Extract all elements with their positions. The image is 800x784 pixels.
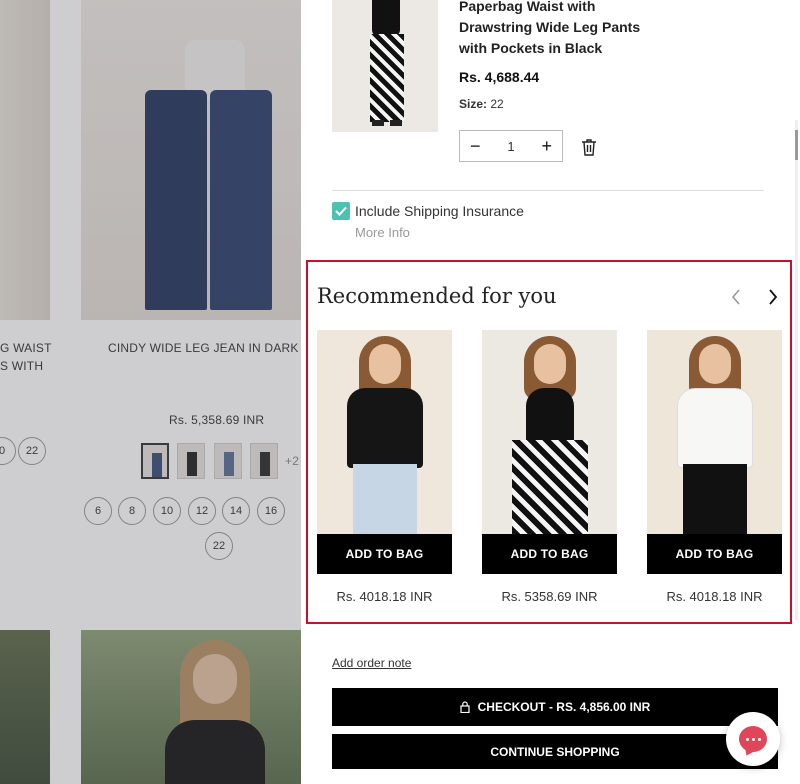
cart-item-title[interactable]: Paperbag Waist with Drawstring Wide Leg … bbox=[459, 0, 659, 59]
decrease-quantity-button[interactable]: − bbox=[470, 137, 481, 155]
checkmark-icon bbox=[335, 206, 347, 216]
checkout-button[interactable]: CHECKOUT - RS. 4,856.00 INR bbox=[332, 688, 778, 726]
recommendation-image[interactable] bbox=[647, 330, 782, 534]
add-to-bag-button[interactable]: ADD TO BAG bbox=[482, 534, 617, 574]
recommendation-image[interactable] bbox=[482, 330, 617, 534]
scrollbar[interactable] bbox=[795, 120, 798, 620]
add-to-bag-button[interactable]: ADD TO BAG bbox=[317, 534, 452, 574]
size-value: 22 bbox=[490, 97, 504, 111]
recommendation-card: ADD TO BAG Rs. 5358.69 INR bbox=[482, 330, 617, 604]
recommendations-section: Recommended for you ADD TO BAG Rs. 4018.… bbox=[306, 260, 792, 624]
chat-button[interactable] bbox=[726, 712, 780, 766]
cart-drawer: Paperbag Waist with Drawstring Wide Leg … bbox=[301, 0, 800, 784]
recommendations-title: Recommended for you bbox=[317, 284, 557, 308]
recommendation-card: ADD TO BAG Rs. 4018.18 INR bbox=[647, 330, 782, 604]
chevron-right-icon[interactable] bbox=[766, 287, 780, 307]
drawer-backdrop[interactable] bbox=[0, 0, 301, 784]
shipping-insurance-label[interactable]: Include Shipping Insurance bbox=[355, 203, 524, 219]
lock-icon bbox=[460, 701, 470, 713]
shipping-insurance-checkbox[interactable] bbox=[332, 202, 350, 220]
more-info-link[interactable]: More Info bbox=[355, 225, 410, 240]
recommendation-price: Rs. 5358.69 INR bbox=[501, 589, 598, 604]
checkout-label: CHECKOUT - RS. 4,856.00 INR bbox=[477, 700, 651, 714]
quantity-stepper: − 1 + bbox=[459, 130, 563, 162]
cart-item-price: Rs. 4,688.44 bbox=[459, 69, 540, 85]
recommendation-card: ADD TO BAG Rs. 4018.18 INR bbox=[317, 330, 452, 604]
quantity-value[interactable]: 1 bbox=[507, 139, 514, 154]
recommendation-price: Rs. 4018.18 INR bbox=[336, 589, 433, 604]
size-label: Size: bbox=[459, 97, 488, 111]
continue-shopping-button[interactable]: CONTINUE SHOPPING bbox=[332, 734, 778, 769]
chevron-left-icon[interactable] bbox=[729, 287, 743, 307]
cart-item-size: Size: 22 bbox=[459, 97, 504, 111]
add-to-bag-button[interactable]: ADD TO BAG bbox=[647, 534, 782, 574]
add-order-note-link[interactable]: Add order note bbox=[332, 656, 411, 670]
increase-quantity-button[interactable]: + bbox=[541, 137, 552, 155]
trash-icon[interactable] bbox=[581, 138, 597, 156]
recommendation-image[interactable] bbox=[317, 330, 452, 534]
cart-item-image[interactable] bbox=[332, 0, 438, 132]
chat-icon bbox=[739, 726, 767, 752]
divider bbox=[332, 190, 764, 191]
recommendation-price: Rs. 4018.18 INR bbox=[666, 589, 763, 604]
